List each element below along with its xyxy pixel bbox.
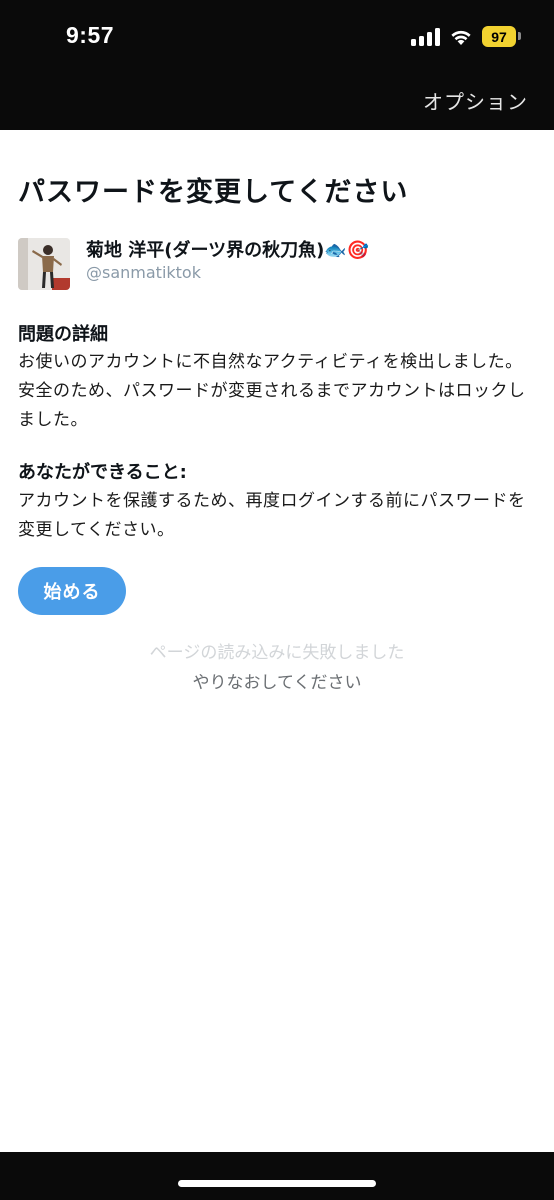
user-name-text: 菊地 洋平(ダーツ界の秋刀魚) <box>86 240 325 261</box>
status-icons: 97 <box>411 26 521 47</box>
avatar[interactable] <box>18 238 70 290</box>
user-name: 菊地 洋平(ダーツ界の秋刀魚)🐟🎯 <box>86 236 369 262</box>
user-handle: @sanmatiktok <box>86 263 201 282</box>
page-title: パスワードを変更してください <box>18 177 409 208</box>
start-button[interactable]: 始める <box>18 567 126 615</box>
bottom-bar <box>0 1152 554 1200</box>
options-button[interactable]: オプション <box>423 86 528 115</box>
top-bar: 9:57 97 オプション <box>0 0 554 130</box>
retry-message[interactable]: やりなおしてください <box>18 668 536 693</box>
wifi-icon <box>451 30 471 45</box>
action-heading: あなたができること: <box>18 462 187 483</box>
battery-icon: 97 <box>482 26 521 47</box>
cellular-signal-icon <box>411 27 440 46</box>
action-body: アカウントを保護するため、再度ログインする前にパスワードを変更してください。 <box>18 491 526 540</box>
battery-level: 97 <box>491 28 507 45</box>
problem-heading: 問題の詳細 <box>18 324 108 345</box>
error-message: ページの読み込みに失敗しました <box>149 643 405 663</box>
status-time: 9:57 <box>66 22 115 48</box>
user-name-emoji: 🐟🎯 <box>324 240 370 261</box>
problem-body: お使いのアカウントに不自然なアクティビティを検出しました。安全のため、パスワード… <box>18 352 526 430</box>
home-indicator[interactable] <box>178 1180 376 1187</box>
